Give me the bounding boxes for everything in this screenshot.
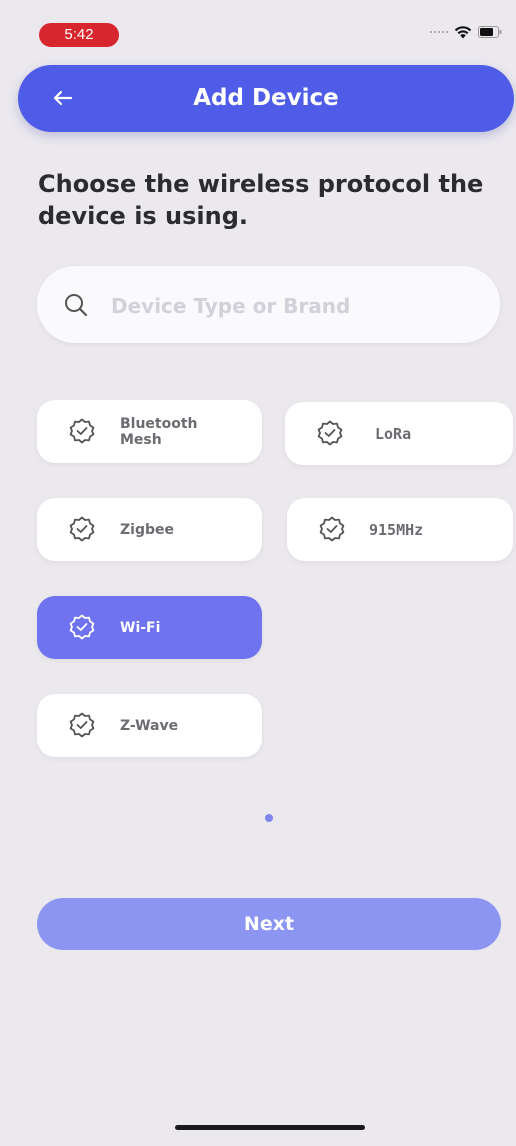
signal-icon xyxy=(430,31,448,33)
next-button[interactable]: Next xyxy=(37,898,501,950)
search-icon xyxy=(65,294,88,317)
badge-check-icon xyxy=(69,516,95,542)
protocol-label: Zigbee xyxy=(120,521,174,538)
wifi-icon xyxy=(454,26,472,39)
search-input[interactable] xyxy=(109,266,483,345)
home-indicator[interactable] xyxy=(175,1125,365,1130)
badge-check-icon xyxy=(69,614,95,640)
instruction-text: Choose the wireless protocol the device … xyxy=(38,170,484,230)
status-time: 5:42 xyxy=(39,23,119,47)
badge-check-icon xyxy=(69,712,95,738)
protocol-label: LoRa xyxy=(375,424,412,443)
protocol-915mhz[interactable]: 915MHz xyxy=(287,498,513,561)
status-icons xyxy=(430,25,502,39)
protocol-label: Bluetooth Mesh xyxy=(120,415,198,448)
protocol-label: 915MHz xyxy=(369,520,424,539)
badge-check-icon xyxy=(319,516,345,542)
page-indicator-dot xyxy=(265,814,273,822)
search-bar[interactable] xyxy=(37,266,500,345)
protocol-wifi[interactable]: Wi-Fi xyxy=(37,596,262,659)
protocol-bluetooth-mesh[interactable]: Bluetooth Mesh xyxy=(37,400,262,463)
badge-check-icon xyxy=(317,420,343,446)
protocol-zwave[interactable]: Z-Wave xyxy=(37,694,262,757)
protocol-label: Z-Wave xyxy=(120,717,179,734)
protocol-lora[interactable]: LoRa xyxy=(285,402,513,465)
protocol-label: Wi-Fi xyxy=(120,619,161,636)
protocol-zigbee[interactable]: Zigbee xyxy=(37,498,262,561)
add-device-screen: 5:42 Add Device Choose the wireless prot… xyxy=(0,0,516,1146)
page-title: Add Device xyxy=(193,85,339,111)
battery-icon xyxy=(478,26,502,38)
badge-check-icon xyxy=(69,418,95,444)
app-header: Add Device xyxy=(18,65,514,132)
